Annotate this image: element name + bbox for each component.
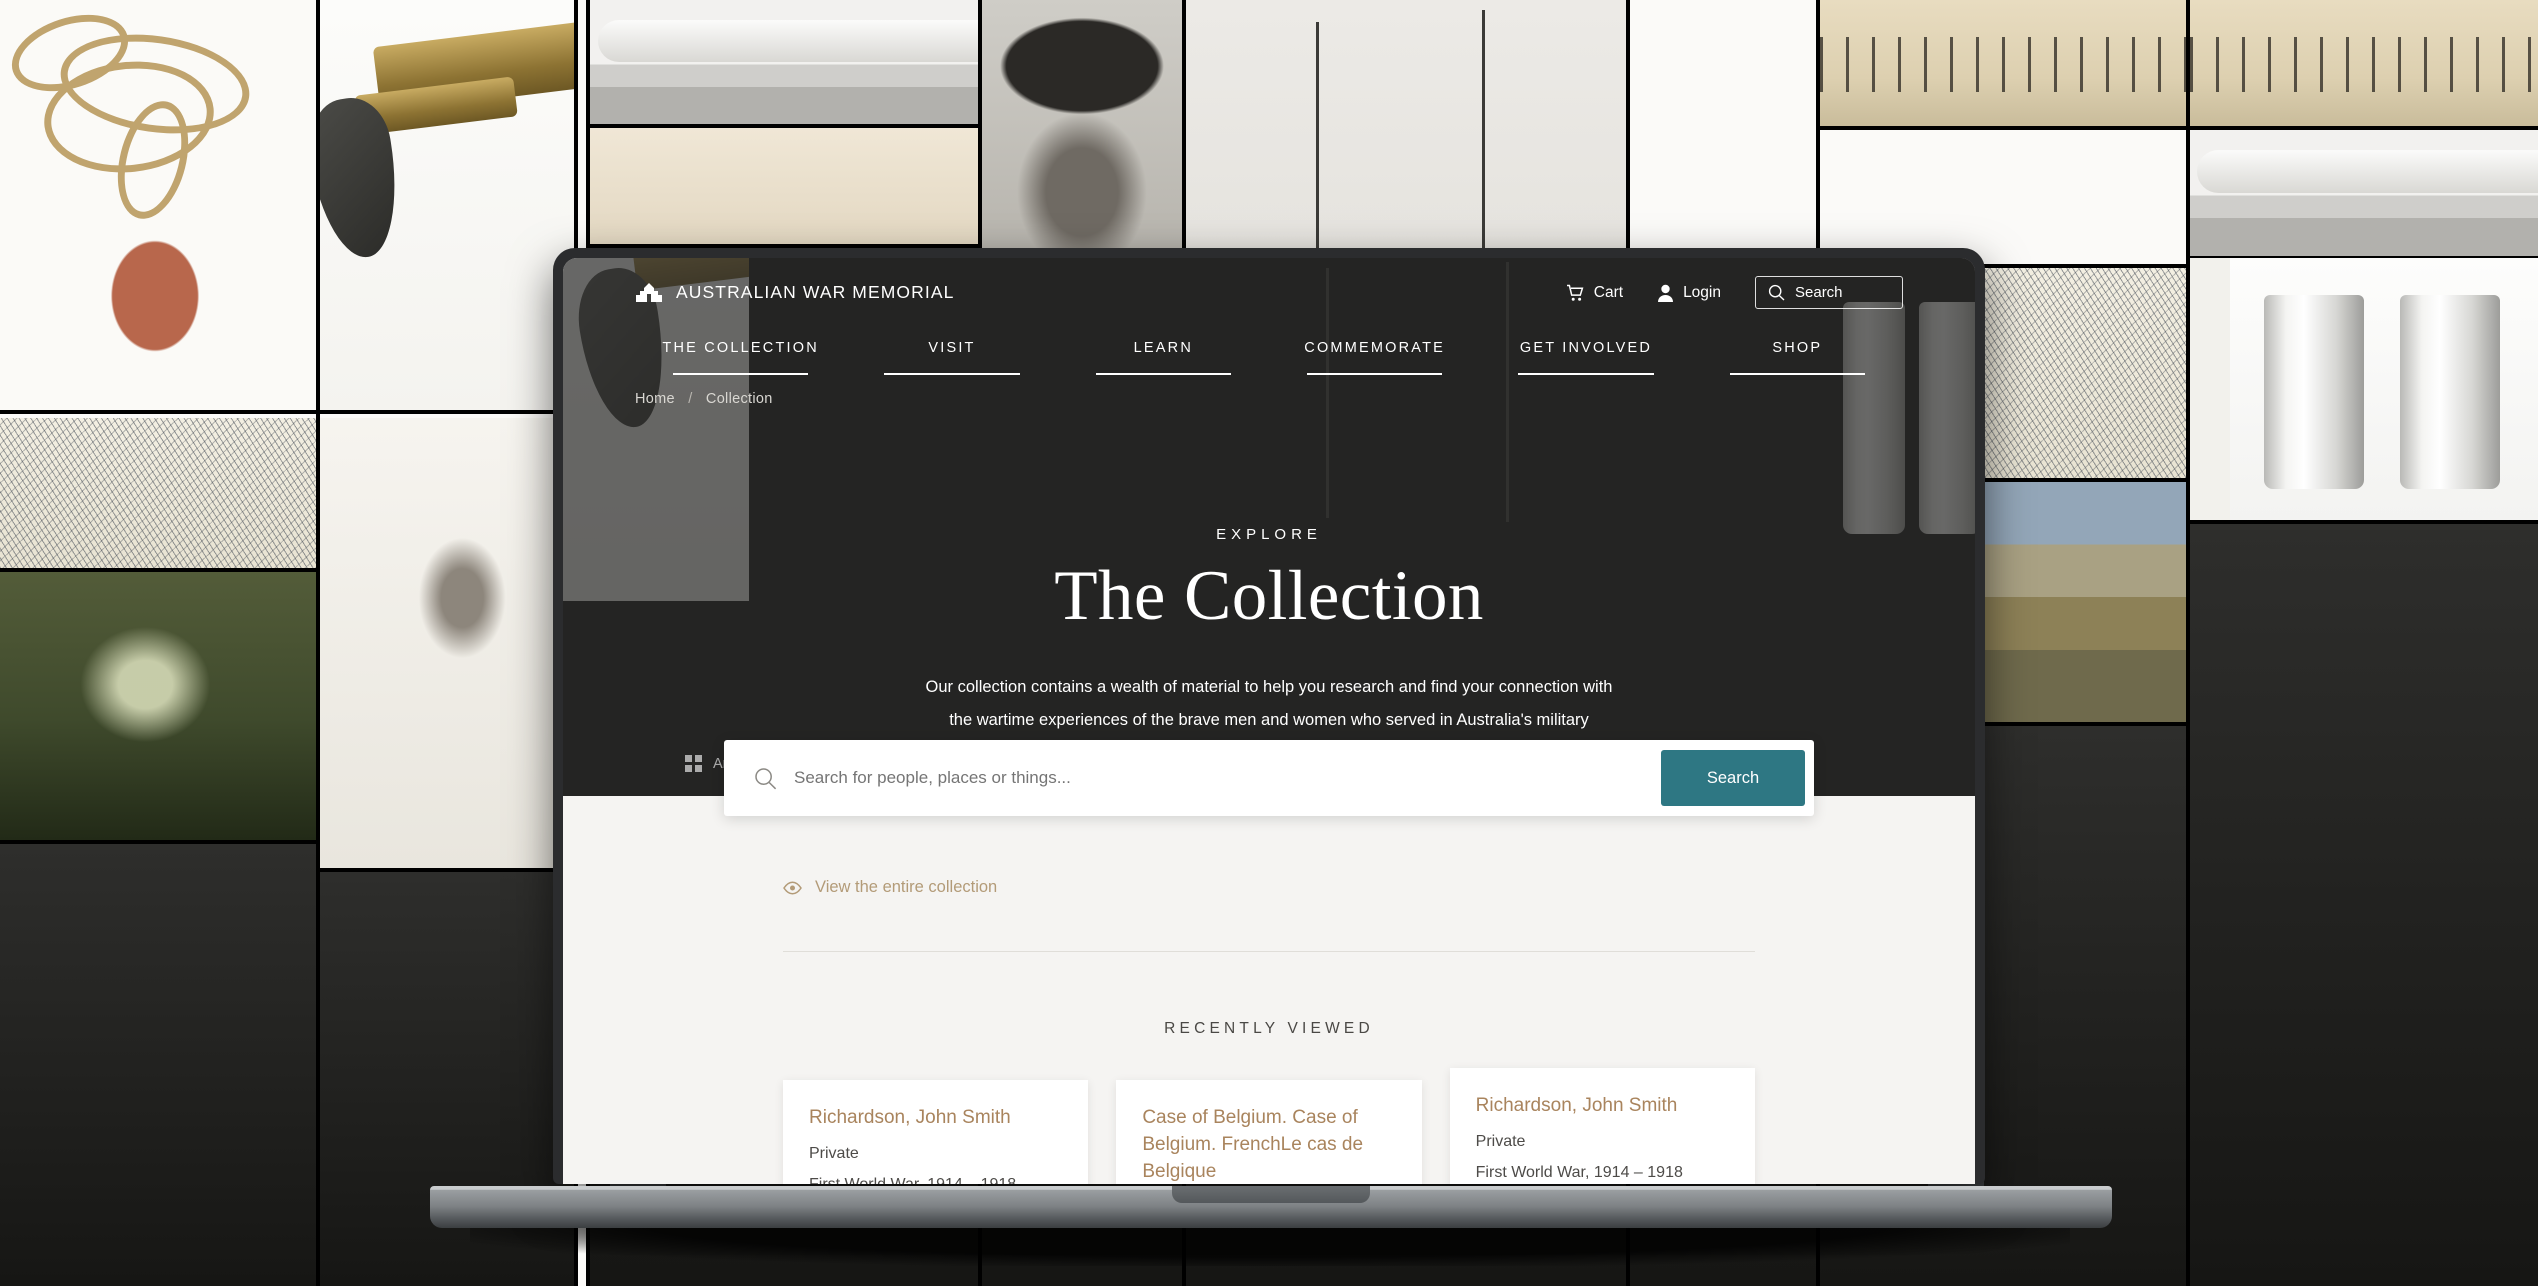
cart-button[interactable]: Cart — [1566, 284, 1623, 302]
list-item[interactable]: Richardson, John Smith Private First Wor… — [783, 1080, 1089, 1184]
nav-label: Visit — [928, 340, 976, 356]
site-header: AUSTRALIAN WAR MEMORIAL Cart Login Searc… — [563, 258, 1975, 407]
search-section: Search View the entire collection — [563, 740, 1975, 1016]
view-all-label: View the entire collection — [815, 878, 998, 896]
search-icon — [754, 767, 777, 790]
card-title[interactable]: Case of Belgium. Case of Belgium. French… — [1142, 1105, 1395, 1184]
nav-item-shop[interactable]: Shop — [1692, 339, 1903, 375]
laptop-mockup: AUSTRALIAN WAR MEMORIAL Cart Login Searc… — [0, 0, 2538, 1286]
cart-icon — [1566, 284, 1585, 302]
recently-viewed-heading: RECENTLY VIEWED — [1164, 1020, 1374, 1037]
laptop-shadow — [470, 1226, 2070, 1266]
breadcrumb: Home / Collection — [635, 391, 1903, 407]
laptop-lid: AUSTRALIAN WAR MEMORIAL Cart Login Searc… — [550, 245, 1988, 1184]
card-title[interactable]: Richardson, John Smith — [809, 1105, 1062, 1132]
laptop-base — [430, 1186, 2112, 1228]
breadcrumb-separator: / — [688, 391, 693, 407]
nav-item-visit[interactable]: Visit — [846, 339, 1057, 375]
nav-label: Get Involved — [1519, 340, 1653, 356]
nav-label: The Collection — [662, 340, 819, 356]
list-item[interactable]: Richardson, John Smith Private First Wor… — [1449, 1068, 1755, 1184]
laptop-base-notch — [1172, 1186, 1370, 1203]
hero-eyebrow: EXPLORE — [1216, 526, 1322, 543]
grid-icon — [685, 755, 702, 772]
recently-viewed-section: RECENTLY VIEWED Richardson, John Smith P… — [563, 1016, 1975, 1184]
list-item[interactable]: Case of Belgium. Case of Belgium. French… — [1116, 1080, 1422, 1184]
brand-logo[interactable]: AUSTRALIAN WAR MEMORIAL — [635, 282, 954, 304]
hero-content: EXPLORE The Collection Our collection co… — [563, 526, 1975, 772]
page-title: The Collection — [1054, 557, 1484, 635]
card-line-2: First World War, 1914 – 1918 — [1475, 1163, 1683, 1181]
nav-item-the-collection[interactable]: The Collection — [635, 339, 846, 375]
breadcrumb-home[interactable]: Home — [635, 391, 675, 407]
login-label: Login — [1683, 283, 1721, 301]
nav-label: Commemorate — [1304, 340, 1446, 356]
card-line-1: Private — [809, 1144, 859, 1162]
section-divider — [783, 951, 1755, 952]
cart-label: Cart — [1593, 283, 1624, 301]
browser-viewport: AUSTRALIAN WAR MEMORIAL Cart Login Searc… — [563, 258, 1975, 1184]
header-search-label: Search — [1795, 284, 1843, 301]
search-icon — [1768, 284, 1785, 301]
card-line-1: Private — [1475, 1132, 1526, 1150]
view-entire-collection-link[interactable]: View the entire collection — [783, 878, 997, 897]
nav-item-learn[interactable]: Learn — [1058, 339, 1269, 375]
main-navigation: The Collection Visit Learn Commemorate G… — [635, 339, 1903, 375]
memorial-building-icon — [635, 282, 663, 304]
header-search-box[interactable]: Search — [1755, 276, 1903, 309]
hero-section: AUSTRALIAN WAR MEMORIAL Cart Login Searc… — [563, 258, 1975, 796]
search-button[interactable]: Search — [1661, 750, 1805, 806]
user-icon — [1657, 284, 1674, 302]
breadcrumb-current: Collection — [705, 391, 773, 407]
collection-search-bar[interactable]: Search — [724, 740, 1814, 816]
nav-label: Shop — [1772, 340, 1823, 356]
search-input[interactable] — [794, 768, 1661, 788]
login-button[interactable]: Login — [1657, 284, 1721, 302]
card-line-2: First World War, 1914 – 1918 — [809, 1176, 1062, 1184]
nav-label: Learn — [1133, 340, 1193, 356]
eye-icon — [783, 880, 802, 895]
recently-viewed-cards: Richardson, John Smith Private First Wor… — [783, 1068, 1755, 1184]
nav-item-commemorate[interactable]: Commemorate — [1269, 339, 1480, 375]
brand-name: AUSTRALIAN WAR MEMORIAL — [676, 282, 955, 302]
nav-item-get-involved[interactable]: Get Involved — [1480, 339, 1691, 375]
card-title[interactable]: Richardson, John Smith — [1476, 1093, 1729, 1120]
